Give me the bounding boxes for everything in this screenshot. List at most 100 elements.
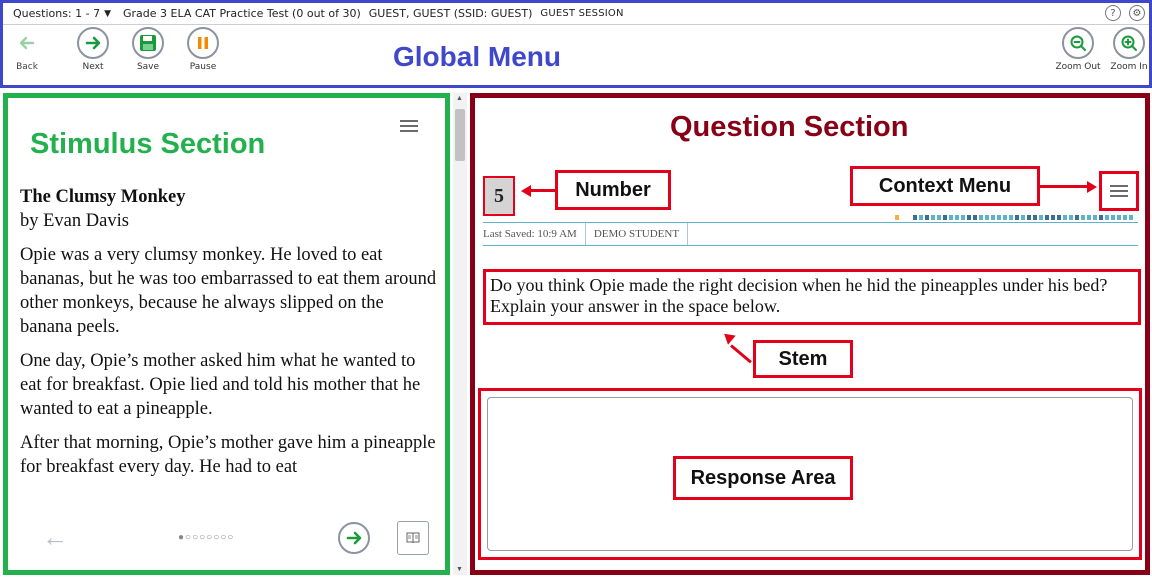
floppy-disk-icon bbox=[132, 27, 164, 59]
progress-pip bbox=[1009, 215, 1013, 220]
arrow-right-icon bbox=[346, 531, 362, 545]
progress-pip bbox=[1069, 215, 1073, 220]
progress-pip bbox=[1039, 215, 1043, 220]
progress-pip bbox=[919, 215, 923, 220]
back-button[interactable]: Back bbox=[5, 27, 49, 72]
previous-page-icon[interactable]: ← bbox=[42, 522, 68, 553]
progress-pip bbox=[1087, 215, 1091, 220]
question-selector[interactable]: Questions: 1 - 7 ▼ bbox=[13, 7, 111, 20]
gear-icon[interactable]: ⚙ bbox=[1129, 5, 1145, 21]
progress-pip bbox=[949, 215, 953, 220]
scroll-down-icon[interactable]: ▼ bbox=[456, 566, 463, 573]
progress-pip bbox=[937, 215, 941, 220]
context-menu-callout: Context Menu bbox=[850, 166, 1040, 206]
passage-title: The Clumsy Monkey bbox=[20, 187, 186, 207]
progress-pip bbox=[997, 215, 1001, 220]
passage-paragraph: One day, Opie’s mother asked him what he… bbox=[20, 351, 421, 419]
arrow-left-icon bbox=[11, 27, 43, 59]
save-label: Save bbox=[136, 62, 160, 72]
test-info-bar: Questions: 1 - 7 ▼ Grade 3 ELA CAT Pract… bbox=[3, 3, 1149, 25]
progress-pip bbox=[1057, 215, 1061, 220]
zoom-out-label: Zoom Out bbox=[1055, 62, 1101, 72]
progress-pip bbox=[1111, 215, 1115, 220]
zoom-in-button[interactable]: Zoom In bbox=[1107, 27, 1151, 72]
progress-pip bbox=[1075, 215, 1079, 220]
pause-icon bbox=[187, 27, 219, 59]
scroll-thumb[interactable] bbox=[455, 109, 465, 161]
page-indicator: ●○○○○○○○ bbox=[178, 532, 235, 543]
pause-button[interactable]: Pause bbox=[181, 27, 225, 72]
context-arrow-head bbox=[1087, 181, 1097, 193]
passage-pager: ← ●○○○○○○○ bbox=[8, 520, 445, 560]
user-info: GUEST, GUEST (SSID: GUEST) bbox=[368, 7, 533, 20]
global-menu-bar: Questions: 1 - 7 ▼ Grade 3 ELA CAT Pract… bbox=[0, 0, 1152, 88]
arrow-right-icon bbox=[77, 27, 109, 59]
next-button[interactable]: Next bbox=[71, 27, 115, 72]
question-number: 5 bbox=[483, 176, 515, 216]
book-icon[interactable] bbox=[397, 521, 429, 555]
save-button[interactable]: Save bbox=[126, 27, 170, 72]
progress-pip bbox=[973, 215, 977, 220]
help-icon[interactable]: ? bbox=[1105, 5, 1121, 21]
zoom-out-button[interactable]: Zoom Out bbox=[1049, 27, 1107, 72]
progress-pip bbox=[985, 215, 989, 220]
progress-pip bbox=[1003, 215, 1007, 220]
progress-pip bbox=[913, 215, 917, 220]
back-label: Back bbox=[16, 62, 38, 72]
passage: The Clumsy Monkey by Evan Davis Opie was… bbox=[20, 185, 440, 479]
stimulus-scrollbar[interactable]: ▲ ▼ bbox=[453, 93, 467, 575]
save-status-row: Last Saved: 10:9 AM DEMO STUDENT bbox=[483, 222, 1138, 246]
progress-pip bbox=[1081, 215, 1085, 220]
progress-strip bbox=[895, 215, 1139, 220]
toolbar: Back Next Save Pause Global Menu Zoom Ou… bbox=[3, 25, 1149, 85]
question-section-title: Question Section bbox=[670, 111, 909, 143]
stimulus-section-title: Stimulus Section bbox=[30, 128, 266, 160]
progress-pip bbox=[967, 215, 971, 220]
progress-pip bbox=[955, 215, 959, 220]
zoom-in-label: Zoom In bbox=[1110, 62, 1148, 72]
progress-pip bbox=[1129, 215, 1133, 220]
progress-pip bbox=[943, 215, 947, 220]
session-label: GUEST SESSION bbox=[540, 8, 624, 19]
progress-pip bbox=[1033, 215, 1037, 220]
progress-pip bbox=[1021, 215, 1025, 220]
progress-pip bbox=[1045, 215, 1049, 220]
next-label: Next bbox=[82, 62, 104, 72]
question-selector-label: Questions: 1 - 7 bbox=[13, 7, 101, 20]
student-name: DEMO STUDENT bbox=[594, 223, 689, 245]
progress-pip bbox=[895, 215, 899, 220]
test-name: Grade 3 ELA CAT Practice Test (0 out of … bbox=[123, 7, 361, 20]
hamburger-icon bbox=[1110, 185, 1128, 197]
chevron-down-icon: ▼ bbox=[104, 8, 112, 19]
zoom-in-icon bbox=[1113, 27, 1145, 59]
last-saved: Last Saved: 10:9 AM bbox=[483, 223, 586, 245]
progress-pip bbox=[979, 215, 983, 220]
progress-pip bbox=[931, 215, 935, 220]
progress-pip bbox=[907, 215, 911, 220]
progress-pip bbox=[1117, 215, 1121, 220]
progress-pip bbox=[1015, 215, 1019, 220]
progress-pip bbox=[1063, 215, 1067, 220]
question-stem: Do you think Opie made the right decisio… bbox=[483, 269, 1141, 325]
progress-pip bbox=[901, 215, 905, 220]
progress-pip bbox=[1105, 215, 1109, 220]
response-area-callout: Response Area bbox=[673, 456, 853, 500]
progress-pip bbox=[1027, 215, 1031, 220]
passage-paragraph: Opie was a very clumsy monkey. He loved … bbox=[20, 245, 437, 337]
progress-pip bbox=[1093, 215, 1097, 220]
progress-pip bbox=[961, 215, 965, 220]
passage-paragraph: After that morning, Opie’s mother gave h… bbox=[20, 433, 436, 477]
zoom-out-icon bbox=[1062, 27, 1094, 59]
number-callout: Number bbox=[555, 170, 671, 210]
progress-pip bbox=[1099, 215, 1103, 220]
stimulus-menu-icon[interactable] bbox=[400, 120, 418, 132]
context-menu-button[interactable] bbox=[1099, 171, 1139, 211]
progress-pip bbox=[1051, 215, 1055, 220]
stem-arrow-line bbox=[730, 344, 752, 364]
progress-pip bbox=[1123, 215, 1127, 220]
passage-byline: by Evan Davis bbox=[20, 211, 129, 231]
progress-pip bbox=[925, 215, 929, 220]
context-arrow-line bbox=[1040, 185, 1090, 188]
next-page-button[interactable] bbox=[338, 522, 370, 554]
scroll-up-icon[interactable]: ▲ bbox=[456, 95, 463, 102]
